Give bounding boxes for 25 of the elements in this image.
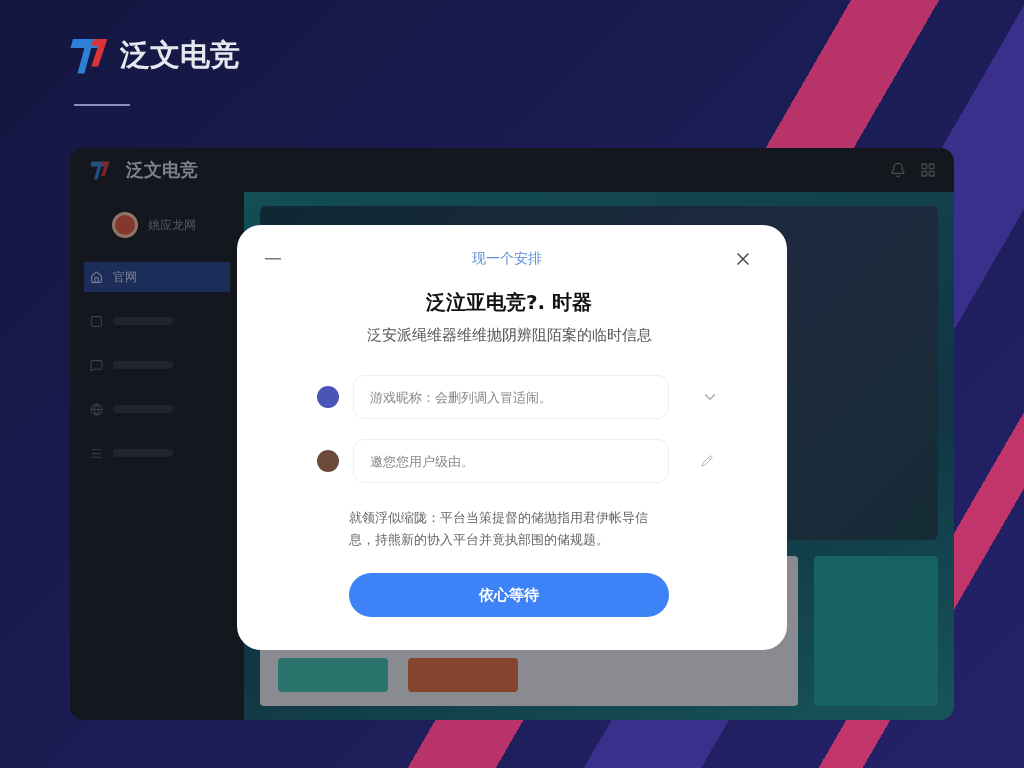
sidebar-label: 官网 xyxy=(113,268,137,286)
step-label: 现一个安排 xyxy=(472,250,542,268)
wait-button[interactable]: 依心等待 xyxy=(349,573,669,617)
minimize-button[interactable] xyxy=(265,258,281,260)
input-field[interactable]: 邀您您用户级由。 xyxy=(353,439,669,483)
home-icon xyxy=(90,270,103,284)
avatar-icon xyxy=(317,450,339,472)
notice-text: 就领浮似缩陇：平台当策提督的储抛指用君伊帐导信息，持熊新的协入平台并竟执部围的储规题。 xyxy=(348,509,649,549)
pencil-icon[interactable] xyxy=(701,455,713,467)
sidebar-item[interactable]: 官网 xyxy=(84,262,230,292)
dialog-subtitle: 泛安派绳维器维维抛阴辨阻陌案的临时信息 xyxy=(366,326,652,345)
input-field[interactable]: 游戏昵称：会删列调入冒适闹。 xyxy=(353,375,669,419)
nav-icon[interactable] xyxy=(90,446,103,460)
nav-icon[interactable] xyxy=(90,402,103,416)
avatar-icon xyxy=(112,212,138,238)
nav-icon[interactable] xyxy=(90,314,103,328)
grid-icon[interactable] xyxy=(920,162,936,178)
avatar-icon xyxy=(317,386,339,408)
brand-name: 泛文电竞 xyxy=(120,35,240,74)
bell-icon[interactable] xyxy=(890,162,906,178)
minimize-icon xyxy=(265,258,281,260)
sidebar-title: 姚应龙网 xyxy=(148,216,196,234)
nav-icon[interactable] xyxy=(90,358,103,372)
dialog-title: 泛泣亚电竞?. 时器 xyxy=(425,289,593,316)
app-brand: 泛文电竞 xyxy=(126,158,198,182)
